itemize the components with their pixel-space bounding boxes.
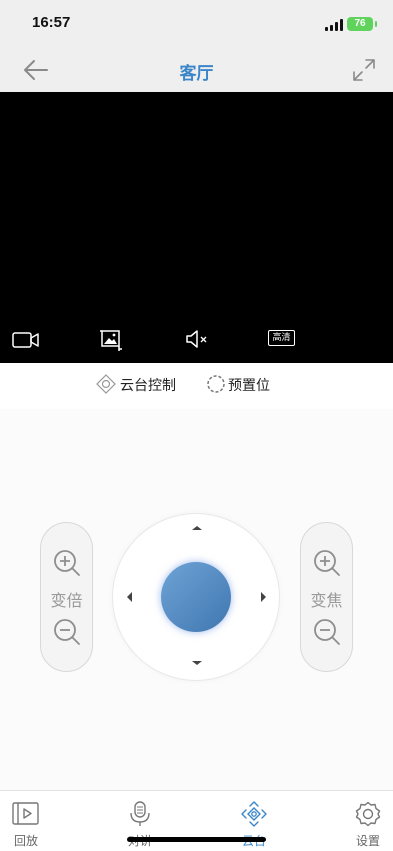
tab-label: 云台控制 [120,378,176,394]
bottom-tab-label: 回放 [13,834,38,848]
video-record-icon [12,332,39,348]
bottom-tab-intercom[interactable]: 对讲 [100,791,180,851]
focus-label: 变焦 [310,591,343,610]
ptz-icon [96,374,116,394]
zoom-label: 变倍 [50,591,83,610]
fullscreen-icon[interactable] [352,58,376,82]
status-bar: 16:57 76 [0,0,393,48]
pan-left-arrow-icon[interactable] [127,592,132,602]
screenshot-icon [100,330,122,351]
zoom-in-icon[interactable] [52,548,82,578]
tab-label: 预置位 [228,378,270,394]
preset-icon [207,375,225,393]
pan-right-arrow-icon[interactable] [261,592,266,602]
home-indicator [127,837,266,842]
status-time: 16:57 [32,14,71,31]
focus-in-icon[interactable] [312,548,342,578]
quality-label: 高清 [268,330,295,346]
settings-icon [355,801,381,827]
page-title: 客厅 [179,64,214,84]
tab-ptz-control[interactable]: 云台控制 [96,373,187,412]
ptz-tabs: 云台控制 预置位 [0,363,393,412]
battery-cap-icon [375,21,377,27]
joystick-knob[interactable] [161,562,231,632]
quality-button[interactable]: 高清 [268,328,295,352]
ptz-control-panel: 变倍 变焦 [0,409,393,790]
microphone-icon [130,801,150,826]
signal-icon [325,19,343,31]
speaker-muted-icon [186,330,207,348]
tab-presets[interactable]: 预置位 [206,373,297,412]
screenshot-button[interactable] [99,328,123,352]
ptz-icon [241,801,267,827]
battery-icon: 76 [347,17,373,31]
playback-icon [12,802,39,825]
video-record-button[interactable] [12,328,40,352]
zoom-out-icon[interactable] [52,617,82,647]
mute-button[interactable] [185,328,211,352]
nav-bar: 客厅 [0,48,393,92]
focus-control: 变焦 [300,522,353,672]
bottom-tab-label: 设置 [355,834,380,848]
video-player[interactable]: 高清 [0,92,393,363]
bottom-tab-ptz[interactable]: 云台 [214,791,294,851]
pan-down-arrow-icon[interactable] [192,661,202,665]
pan-up-arrow-icon[interactable] [192,526,202,530]
bottom-tab-settings[interactable]: 设置 [328,791,393,851]
ptz-joystick[interactable] [112,513,280,681]
zoom-control: 变倍 [40,522,93,672]
focus-out-icon[interactable] [312,617,342,647]
bottom-tab-playback[interactable]: 回放 [0,791,66,851]
